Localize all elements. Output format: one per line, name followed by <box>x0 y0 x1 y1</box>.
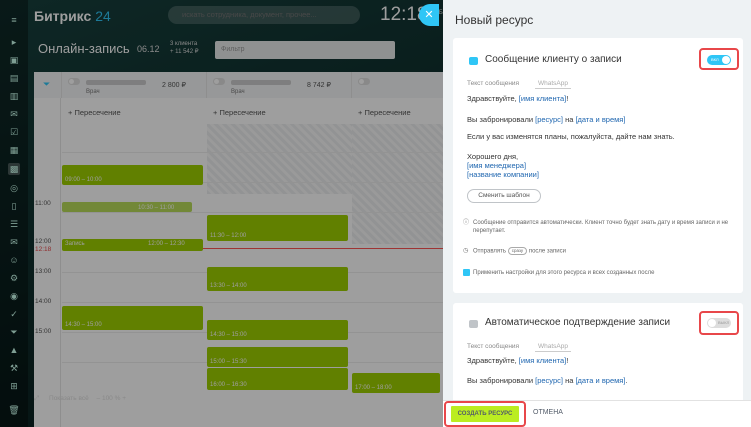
send-setting: Отправлять сразу после записи <box>473 247 566 255</box>
new-resource-panel: Новый ресурс Сообщение клиенту о записи … <box>443 0 751 427</box>
message-card: Сообщение клиенту о записи ВКЛ Текст соо… <box>453 38 743 293</box>
info-text: Сообщение отправится автоматически. Клие… <box>473 220 729 234</box>
message-icon <box>469 57 478 65</box>
panel-footer: СОЗДАТЬ РЕСУРС ОТМЕНА <box>443 400 751 427</box>
message-change: Если у вас изменятся планы, пожалуйста, … <box>467 132 675 141</box>
apply-label: Применить настройки для этого ресурса и … <box>473 270 655 276</box>
card-title: Автоматическое подтверждение записи <box>485 317 671 328</box>
highlight-frame <box>444 401 526 427</box>
message-label: Текст сообщения <box>467 80 520 87</box>
modal-overlay[interactable] <box>0 0 443 427</box>
highlight-frame <box>699 311 739 335</box>
close-icon[interactable]: ✕ <box>419 4 439 26</box>
card-title: Сообщение клиенту о записи <box>485 54 622 65</box>
message-booked: Вы забронировали [ресурс] на [дата и вре… <box>467 115 626 124</box>
message-signature: Хорошего дня, [имя менеджера] [название ко… <box>467 152 539 179</box>
message-booked: Вы забронировали [ресурс] на [дата и вре… <box>467 376 628 385</box>
message-greeting: Здравствуйте, [имя клиента]! <box>467 94 569 103</box>
message-label: Текст сообщения <box>467 343 520 350</box>
channel-select[interactable]: WhatsApp <box>535 80 571 89</box>
confirmation-card: Автоматическое подтверждение записи ВЫКЛ… <box>453 303 743 403</box>
change-template-button[interactable]: Сменить шаблон <box>467 189 541 203</box>
message-icon <box>469 320 478 328</box>
channel-select[interactable]: WhatsApp <box>535 343 571 352</box>
message-greeting: Здравствуйте, [имя клиента]! <box>467 356 569 365</box>
highlight-frame <box>699 48 739 70</box>
panel-title: Новый ресурс <box>455 13 534 27</box>
send-time-select[interactable]: сразу <box>507 247 528 255</box>
clock-icon: ◷ <box>463 248 469 254</box>
apply-checkbox[interactable] <box>463 269 470 276</box>
cancel-button[interactable]: ОТМЕНА <box>533 409 563 416</box>
